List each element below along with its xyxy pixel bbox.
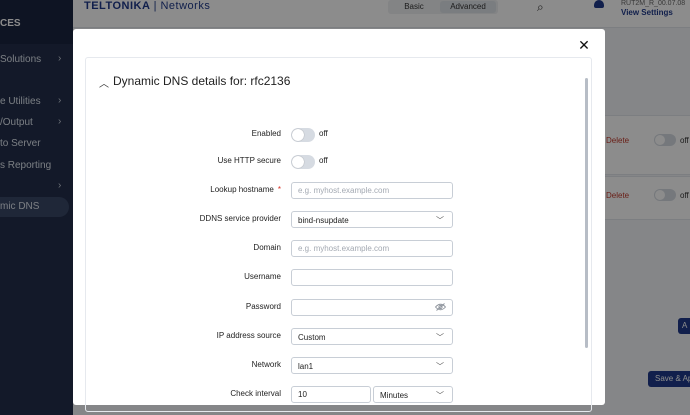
- eye-slash-icon[interactable]: [435, 303, 446, 311]
- chevron-down-icon: ﹀: [436, 362, 444, 371]
- field-label: Network: [251, 360, 281, 369]
- field-username: Username: [86, 267, 591, 289]
- network-select[interactable]: lan1 ﹀: [291, 357, 453, 374]
- field-label: Check interval: [230, 389, 281, 398]
- field-use-https: Use HTTP secure off: [86, 151, 591, 173]
- modal-title: Dynamic DNS details for: rfc2136: [113, 74, 291, 88]
- chevron-down-icon: ﹀: [436, 391, 444, 400]
- lookup-hostname-input[interactable]: [291, 182, 453, 199]
- ip-source-select[interactable]: Custom ﹀: [291, 328, 453, 345]
- select-value: bind-nsupdate: [298, 216, 349, 225]
- field-enabled: Enabled off: [86, 124, 591, 146]
- field-network: Network lan1 ﹀: [86, 355, 591, 377]
- dynamic-dns-modal: ✕ ︿ Dynamic DNS details for: rfc2136 Ena…: [73, 29, 605, 412]
- field-check-interval: Check interval Minutes ﹀: [86, 384, 591, 406]
- enabled-toggle[interactable]: [291, 128, 315, 142]
- check-interval-input[interactable]: [291, 386, 371, 403]
- select-value: Custom: [298, 333, 326, 342]
- username-input[interactable]: [291, 269, 453, 286]
- required-mark: *: [277, 185, 281, 194]
- password-input[interactable]: [291, 299, 453, 316]
- domain-input[interactable]: [291, 240, 453, 257]
- chevron-down-icon: ﹀: [436, 333, 444, 342]
- field-lookup-hostname: Lookup hostname *: [86, 180, 591, 202]
- field-ddns-provider: DDNS service provider bind-nsupdate ﹀: [86, 209, 591, 231]
- toggle-state-text: off: [319, 129, 328, 138]
- chevron-up-icon[interactable]: ︿: [99, 75, 109, 90]
- field-label: Use HTTP secure: [217, 156, 281, 165]
- check-interval-unit-select[interactable]: Minutes ﹀: [373, 386, 453, 403]
- field-label: Domain: [253, 243, 281, 252]
- chevron-down-icon: ﹀: [436, 216, 444, 225]
- field-label: Password: [245, 302, 281, 311]
- select-value: Minutes: [380, 391, 409, 400]
- field-label: IP address source: [216, 331, 281, 340]
- close-icon[interactable]: ✕: [577, 38, 591, 52]
- field-label-text: Lookup hostname: [210, 185, 274, 194]
- field-label: Lookup hostname *: [210, 185, 281, 194]
- field-password: Password: [86, 297, 591, 319]
- field-label: Username: [244, 272, 281, 281]
- select-value: lan1: [298, 362, 314, 371]
- details-section: ︿ Dynamic DNS details for: rfc2136 Enabl…: [85, 57, 592, 412]
- use-https-toggle[interactable]: [291, 155, 315, 169]
- field-label: DDNS service provider: [199, 214, 281, 223]
- ddns-provider-select[interactable]: bind-nsupdate ﹀: [291, 211, 453, 228]
- field-label: Enabled: [251, 129, 281, 138]
- field-ip-source: IP address source Custom ﹀: [86, 326, 591, 348]
- field-domain: Domain: [86, 238, 591, 260]
- toggle-state-text: off: [319, 156, 328, 165]
